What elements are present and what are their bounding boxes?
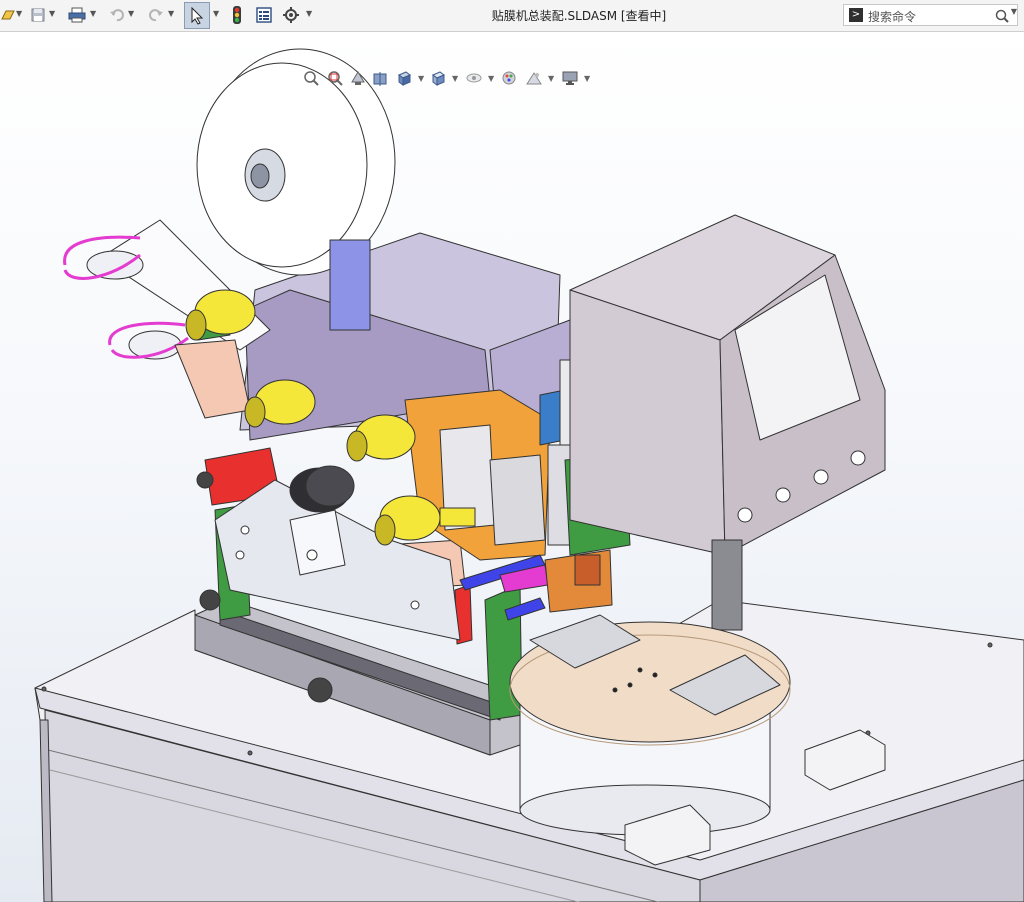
view-settings-icon[interactable] <box>561 68 579 88</box>
apply-scene-chevron-icon[interactable]: ▼ <box>548 74 554 83</box>
assembly-model[interactable] <box>0 32 1024 902</box>
section-view-icon[interactable] <box>371 68 389 88</box>
view-orientation-chevron-icon[interactable]: ▼ <box>418 74 424 83</box>
search-placeholder: 搜索命令 <box>868 10 917 24</box>
view-orientation-icon[interactable] <box>395 68 413 88</box>
display-style-icon[interactable] <box>429 68 447 88</box>
search-commands-field[interactable]: > 搜索命令 ▼ <box>843 4 1018 26</box>
search-icon[interactable] <box>995 8 1009 27</box>
rotary-table <box>509 614 791 836</box>
zoom-to-fit-icon[interactable] <box>302 68 320 88</box>
previous-view-icon[interactable] <box>349 68 367 88</box>
command-prompt-icon: > <box>849 8 863 22</box>
view-settings-chevron-icon[interactable]: ▼ <box>584 74 590 83</box>
zoom-to-area-icon[interactable] <box>326 68 344 88</box>
title-bar: ▼ ▼ ▼ ▼ ▼ ▼ ▼ 贴膜机总装配.SLDASM [查看中] > 搜索命令… <box>0 0 1024 32</box>
graphics-area[interactable]: ▼ ▼ ▼ ▼ ▼ <box>0 32 1024 902</box>
apply-scene-icon[interactable] <box>525 68 543 88</box>
knurled-roller <box>289 465 355 513</box>
hide-show-chevron-icon[interactable]: ▼ <box>488 74 494 83</box>
display-style-chevron-icon[interactable]: ▼ <box>452 74 458 83</box>
hide-show-items-icon[interactable] <box>465 68 483 88</box>
search-menu-chevron-icon[interactable]: ▼ <box>1011 7 1017 16</box>
control-cabinet <box>569 214 886 631</box>
edit-appearance-icon[interactable] <box>500 68 518 88</box>
